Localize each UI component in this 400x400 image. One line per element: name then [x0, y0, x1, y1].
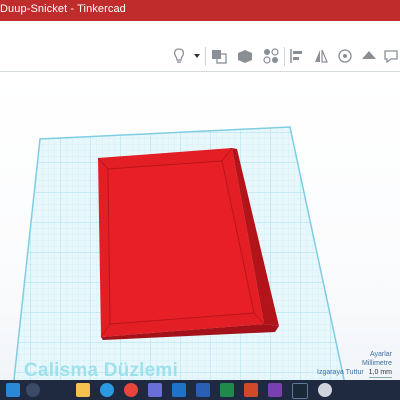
ungroup-icon[interactable]	[262, 47, 280, 65]
mirror-icon[interactable]	[312, 47, 330, 65]
steam-icon[interactable]	[292, 383, 308, 399]
snap-grid-label: Izgaraya Tuttur	[317, 369, 364, 376]
gear-icon[interactable]	[318, 383, 332, 397]
align-icon[interactable]	[288, 47, 306, 65]
mail-icon[interactable]	[172, 383, 186, 397]
notes-icon[interactable]	[382, 47, 400, 65]
word-icon[interactable]	[196, 383, 210, 397]
window-title: Duup-Snicket - Tinkercad	[0, 3, 126, 15]
excel-icon[interactable]	[220, 383, 234, 397]
toolbar-divider	[205, 47, 206, 66]
store-icon[interactable]	[148, 383, 162, 397]
3d-viewport[interactable]: Calisma Düzlemi Ayarlar Millimetre Izgar…	[0, 72, 400, 380]
shape-icon[interactable]	[236, 47, 254, 65]
browser-strip	[0, 21, 400, 42]
settings-panel: Ayarlar Millimetre Izgaraya Tuttur 1,0 m…	[317, 350, 392, 378]
search-icon[interactable]	[26, 383, 40, 397]
folder-icon[interactable]	[76, 383, 90, 397]
chrome-icon[interactable]	[124, 383, 138, 397]
app-icon[interactable]	[268, 383, 282, 397]
editor-toolbar	[0, 42, 400, 72]
unit-label: Millimetre	[362, 360, 392, 367]
title-bar: Duup-Snicket - Tinkercad	[0, 0, 400, 21]
start-icon[interactable]	[6, 383, 20, 397]
group-icon[interactable]	[210, 47, 228, 65]
lightbulb-icon[interactable]	[170, 47, 188, 65]
cruise-icon[interactable]	[336, 47, 354, 65]
windows-taskbar	[0, 380, 400, 400]
edge-icon[interactable]	[100, 383, 114, 397]
snap-grid-select[interactable]: 1,0 mm	[368, 368, 392, 378]
ruler-icon[interactable]	[360, 47, 378, 65]
settings-link[interactable]: Ayarlar	[370, 351, 392, 358]
toolbar-divider	[284, 47, 285, 66]
dropdown-caret-icon[interactable]	[191, 47, 203, 65]
workplane-scene[interactable]	[0, 72, 400, 380]
powerpoint-icon[interactable]	[244, 383, 258, 397]
workplane-label: Calisma Düzlemi	[24, 360, 178, 380]
